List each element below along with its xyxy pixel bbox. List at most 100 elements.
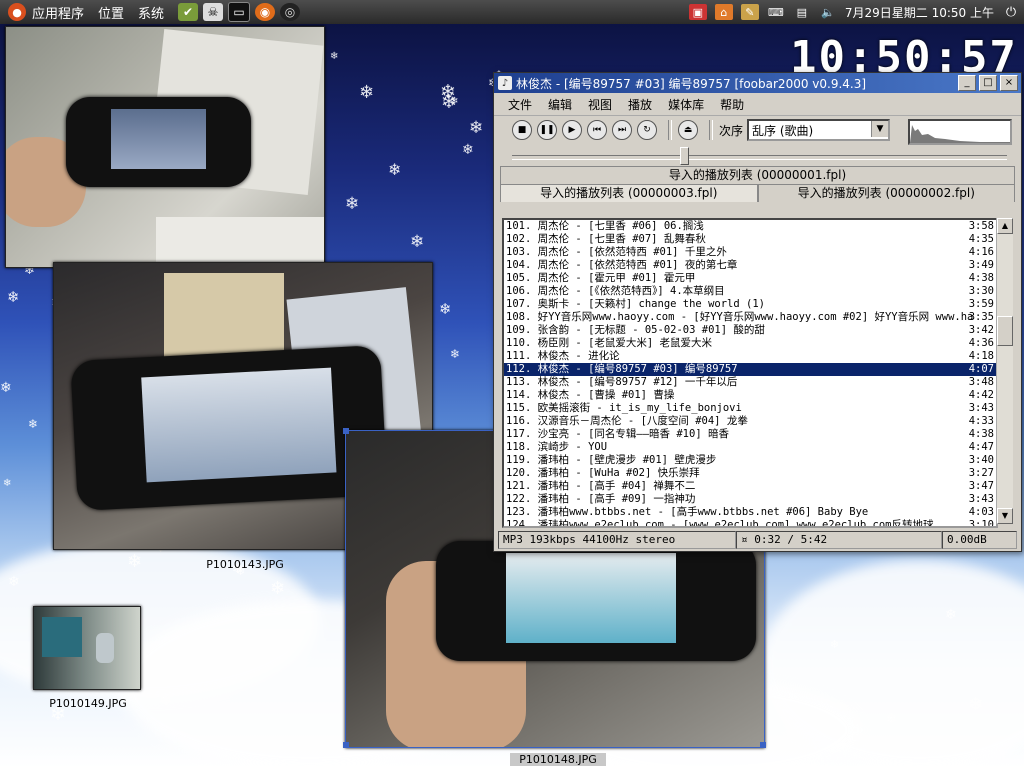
track-title: 102. 周杰伦 - [七里香 #07] 乱舞春秋 xyxy=(506,233,706,245)
playlist-row[interactable]: 103. 周杰伦 - [依然范特西 #01] 千里之外 4:16 xyxy=(504,246,996,259)
playlist-row[interactable]: 123. 潘玮柏www.btbbs.net - [高手www.btbbs.net… xyxy=(504,506,996,519)
track-title: 121. 潘玮柏 - [高手 #04] 禅舞不二 xyxy=(506,480,696,492)
window-title: 林俊杰 - [编号89757 #03] 编号89757 [foobar2000 … xyxy=(516,76,867,91)
playlist-row[interactable]: 106. 周杰伦 - [《依然范特西》] 4.本草纲目 3:30 xyxy=(504,285,996,298)
stop-icon[interactable]: ■ xyxy=(512,120,532,140)
maximize-button[interactable]: □ xyxy=(979,75,997,91)
volume-icon[interactable]: 🔈 xyxy=(819,4,837,20)
track-title: 104. 周杰伦 - [依然范特西 #01] 夜的第七章 xyxy=(506,259,738,271)
playlist-row[interactable]: 107. 奥斯卡 - [天籁村] change the world (1) 3:5… xyxy=(504,298,996,311)
eject-icon[interactable]: ⏏ xyxy=(678,120,698,140)
tab-playlist-3[interactable]: 导入的播放列表 (00000003.fpl) xyxy=(500,184,758,202)
snowflake-icon: ❄ xyxy=(7,288,20,306)
caption-photo-1[interactable]: P1010143.JPG xyxy=(195,558,295,571)
panel-clock[interactable]: 7月29日星期二 10:50 上午 xyxy=(845,4,994,21)
menu-help[interactable]: 帮助 xyxy=(720,96,744,113)
tray-app-icon[interactable]: ▣ xyxy=(688,4,707,20)
track-duration: 3:49 xyxy=(968,259,994,271)
snowflake-icon: ❄ xyxy=(3,478,12,489)
playlist-row[interactable]: 104. 周杰伦 - [依然范特西 #01] 夜的第七章 3:49 xyxy=(504,259,996,272)
playlist-row[interactable]: 117. 沙宝亮 - [同名专辑——暗香 #10] 暗香 4:38 xyxy=(504,428,996,441)
playlist-row[interactable]: 108. 好YY音乐网www.haoyy.com - [好YY音乐网www.ha… xyxy=(504,311,996,324)
track-duration: 3:43 xyxy=(968,493,994,505)
pause-icon[interactable]: ❚❚ xyxy=(537,120,557,140)
random-icon[interactable]: ↻ xyxy=(637,120,657,140)
photo-thumbnail[interactable] xyxy=(33,606,141,690)
track-duration: 4:38 xyxy=(968,428,994,440)
tab-playlist-2[interactable]: 导入的播放列表 (00000002.fpl) xyxy=(757,184,1015,202)
caption-photo-3[interactable]: P1010148.JPG xyxy=(510,753,606,766)
launcher-skull-icon[interactable]: ☠ xyxy=(203,3,224,21)
launcher-app-icon[interactable]: ✔ xyxy=(178,3,199,21)
playlist-row[interactable]: 114. 林俊杰 - [曹操 #01] 曹操 4:42 xyxy=(504,389,996,402)
snowflake-icon: ❄ xyxy=(968,694,984,715)
keyboard-icon[interactable]: ⌨ xyxy=(767,4,785,20)
track-title: 114. 林俊杰 - [曹操 #01] 曹操 xyxy=(506,389,675,401)
playlist-row[interactable]: 115. 欧美摇滚街 - it_is_my_life_bonjovi 3:43 xyxy=(504,402,996,415)
track-title: 110. 杨臣刚 - [老鼠爱大米] 老鼠爱大米 xyxy=(506,337,713,349)
order-dropdown[interactable]: 乱序 (歌曲) ▼ xyxy=(747,119,891,141)
tab-playlist-1[interactable]: 导入的播放列表 (00000001.fpl) xyxy=(500,166,1015,184)
playlist-row[interactable]: 102. 周杰伦 - [七里香 #07] 乱舞春秋 4:35 xyxy=(504,233,996,246)
playlist-row[interactable]: 118. 滨崎步 - YOU 4:47 xyxy=(504,441,996,454)
seek-thumb[interactable] xyxy=(679,147,689,165)
track-duration: 4:33 xyxy=(968,415,994,427)
scroll-up-icon[interactable]: ▲ xyxy=(997,218,1013,234)
firefox-icon[interactable]: ◉ xyxy=(255,3,276,21)
playlist-row[interactable]: 105. 周杰伦 - [霍元甲 #01] 霍元甲 4:38 xyxy=(504,272,996,285)
terminal-icon[interactable]: ▭ xyxy=(228,2,251,22)
player-launcher-icon[interactable]: ◎ xyxy=(280,3,301,21)
snowflake-icon: ❄ xyxy=(439,300,452,318)
scroll-down-icon[interactable]: ▼ xyxy=(997,508,1013,524)
previous-icon[interactable]: ⏮ xyxy=(587,120,607,140)
snowflake-icon: ❄ xyxy=(0,380,12,396)
playlist-row[interactable]: 120. 潘玮柏 - [WuHa #02] 快乐崇拜 3:27 xyxy=(504,467,996,480)
order-label: 次序 xyxy=(719,123,744,138)
snowflake-icon: ❄ xyxy=(345,194,360,214)
playlist-row[interactable]: 124. 潘玮柏www.e2eclub.com - [www.e2eclub.c… xyxy=(504,519,996,528)
playlist-row[interactable]: 109. 张含韵 - [无标题 - 05-02-03 #01] 酸的甜 3:42 xyxy=(504,324,996,337)
network-icon[interactable]: ▤ xyxy=(793,4,811,20)
scroll-thumb[interactable] xyxy=(997,316,1013,346)
playlist-row[interactable]: 111. 林俊杰 - 进化论 4:18 xyxy=(504,350,996,363)
tray-home-icon[interactable]: ⌂ xyxy=(714,4,733,20)
menu-file[interactable]: 文件 xyxy=(508,96,532,113)
track-title: 115. 欧美摇滚街 - it_is_my_life_bonjovi xyxy=(506,402,742,414)
caption-photo-2[interactable]: P1010149.JPG xyxy=(38,697,138,710)
snowflake-icon: ❄ xyxy=(450,347,461,361)
menu-library[interactable]: 媒体库 xyxy=(668,96,704,113)
playback-toolbar: ■ ❚❚ ▶ ⏮ ⏭ ↻ ⏏ 次序 乱序 (歌曲) ▼ xyxy=(494,116,1021,145)
snowflake-icon: ❄ xyxy=(830,638,840,651)
track-title: 124. 潘玮柏www.e2eclub.com - [www.e2eclub.c… xyxy=(506,519,934,528)
playlist-scrollbar[interactable]: ▲ ▼ xyxy=(996,218,1013,524)
panel-menu-applications[interactable]: 应用程序 xyxy=(32,3,84,22)
ubuntu-logo-icon[interactable]: ● xyxy=(8,3,26,21)
seek-bar[interactable] xyxy=(494,144,1021,166)
panel-menu-places[interactable]: 位置 xyxy=(98,3,124,22)
playlist-row[interactable]: 122. 潘玮柏 - [高手 #09] 一指神功 3:43 xyxy=(504,493,996,506)
close-button[interactable]: × xyxy=(1000,75,1018,91)
next-icon[interactable]: ⏭ xyxy=(612,120,632,140)
menu-playback[interactable]: 播放 xyxy=(628,96,652,113)
menu-edit[interactable]: 编辑 xyxy=(548,96,572,113)
photo-psp-book[interactable] xyxy=(5,26,325,268)
menu-view[interactable]: 视图 xyxy=(588,96,612,113)
playlist-row[interactable]: 112. 林俊杰 - [编号89757 #03] 编号89757 4:07 xyxy=(504,363,996,376)
playlist-row[interactable]: 101. 周杰伦 - [七里香 #06] 06.搁浅 3:58 xyxy=(504,220,996,233)
tray-notes-icon[interactable]: ✎ xyxy=(740,4,759,20)
play-icon[interactable]: ▶ xyxy=(562,120,582,140)
snowflake-icon: ❄ xyxy=(127,551,143,572)
power-icon[interactable]: ⏻ xyxy=(1002,4,1020,20)
snowflake-icon: ❄ xyxy=(270,578,286,599)
foobar-app-icon[interactable]: ♪ xyxy=(498,76,512,90)
playlist-row[interactable]: 121. 潘玮柏 - [高手 #04] 禅舞不二 3:47 xyxy=(504,480,996,493)
playlist-row[interactable]: 119. 潘玮柏 - [壁虎漫步 #01] 壁虎漫步 3:40 xyxy=(504,454,996,467)
playlist-row[interactable]: 113. 林俊杰 - [编号89757 #12] 一千年以后 3:48 xyxy=(504,376,996,389)
playlist-row[interactable]: 110. 杨臣刚 - [老鼠爱大米] 老鼠爱大米 4:36 xyxy=(504,337,996,350)
chevron-down-icon[interactable]: ▼ xyxy=(871,121,889,137)
window-titlebar[interactable]: ♪ 林俊杰 - [编号89757 #03] 编号89757 [foobar200… xyxy=(494,73,1021,93)
playlist-row[interactable]: 116. 汉源音乐－周杰伦 - [八度空间 #04] 龙拳 4:33 xyxy=(504,415,996,428)
track-title: 108. 好YY音乐网www.haoyy.com - [好YY音乐网www.ha… xyxy=(506,311,974,323)
minimize-button[interactable]: _ xyxy=(958,75,976,91)
panel-menu-system[interactable]: 系统 xyxy=(138,3,164,22)
